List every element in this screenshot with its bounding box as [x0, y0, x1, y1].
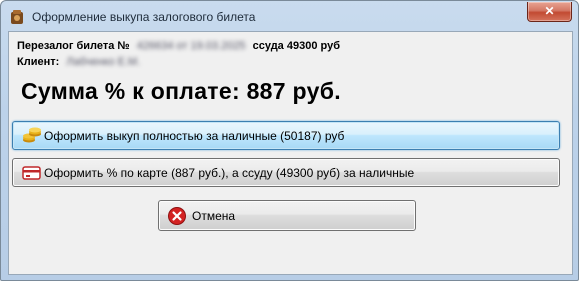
cancel-button[interactable]: Отмена — [158, 200, 416, 231]
title-bar[interactable]: Оформление выкупа залогового билета ✕ — [1, 1, 578, 31]
ticket-label: Перезалог билета № — [17, 40, 130, 52]
dialog-window: Оформление выкупа залогового билета ✕ Пе… — [0, 0, 579, 281]
close-button[interactable]: ✕ — [527, 2, 572, 22]
close-icon: ✕ — [544, 4, 555, 18]
card-icon — [22, 166, 41, 180]
loan-amount: ссуда 49300 руб — [252, 40, 340, 52]
card-percent-button[interactable]: Оформить % по карте (887 руб.), а ссуду … — [12, 158, 560, 187]
client-label: Клиент: — [17, 56, 60, 68]
ticket-number-redacted: 426634 от 19.03.2025 — [136, 40, 246, 52]
cancel-label: Отмена — [192, 209, 236, 223]
dialog-content: Перезалог билета № 426634 от 19.03.2025 … — [8, 31, 573, 275]
coins-icon — [23, 127, 41, 143]
client-info-line: Клиент: Лабченко Е.М. — [17, 56, 144, 68]
window-title: Оформление выкупа залогового билета — [32, 10, 256, 24]
client-name-redacted: Лабченко Е.М. — [66, 56, 141, 68]
cash-full-buyout-label: Оформить выкуп полностью за наличные (50… — [44, 129, 345, 143]
cancel-icon — [168, 207, 186, 225]
card-percent-label: Оформить % по карте (887 руб.), а ссуду … — [44, 166, 415, 180]
cash-full-buyout-button[interactable]: Оформить выкуп полностью за наличные (50… — [12, 121, 560, 150]
app-icon — [11, 10, 23, 24]
ticket-info-line: Перезалог билета № 426634 от 19.03.2025 … — [17, 40, 340, 52]
payment-sum: Сумма % к оплате: 887 руб. — [21, 78, 341, 104]
